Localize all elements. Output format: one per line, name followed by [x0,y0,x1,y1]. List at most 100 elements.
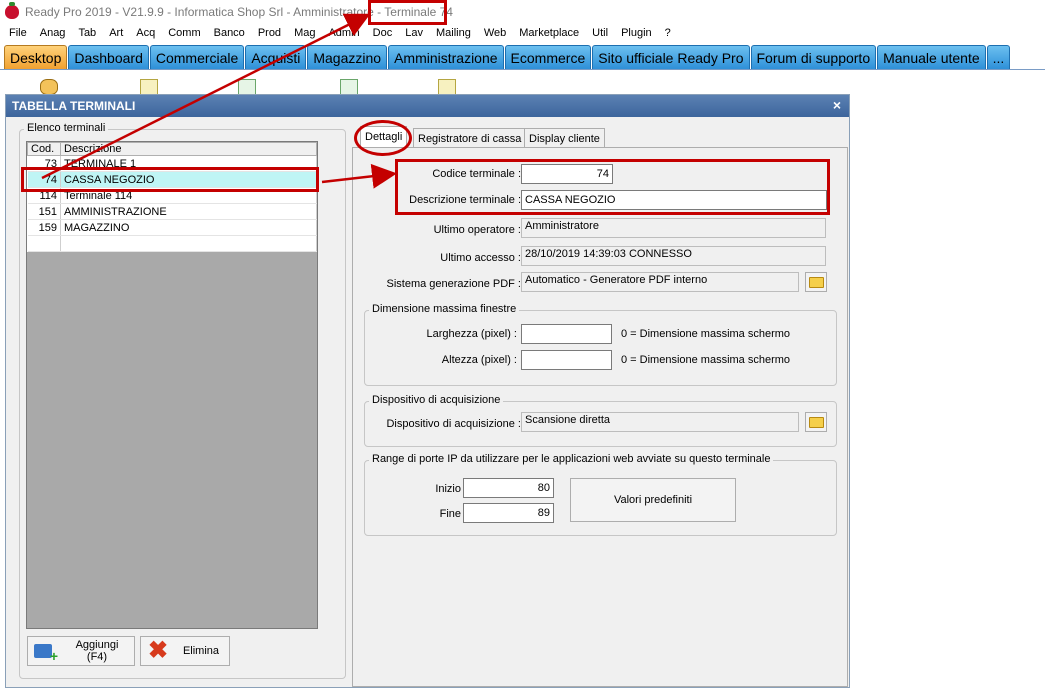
menu-web[interactable]: Web [479,27,511,39]
tab-forum-supporto[interactable]: Forum di supporto [750,45,877,69]
terminal-list[interactable]: Cod. Descrizione 73 TERMINALE 1 74 CASSA… [26,141,318,629]
row-code: 74 [27,171,61,188]
ultimo-operatore-label: Ultimo operatore : [433,224,521,236]
tab-commerciale[interactable]: Commerciale [149,45,245,69]
acquisizione-group-label: Dispositivo di acquisizione [369,394,504,406]
row-code: 73 [27,155,61,172]
tab-acquisti[interactable]: Acquisti [245,45,307,69]
menu-plugin[interactable]: Plugin [616,27,657,39]
column-header-code[interactable]: Cod. [27,142,61,156]
table-row[interactable]: 159 MAGAZZINO [27,219,317,236]
larghezza-field[interactable] [521,324,612,344]
close-icon[interactable]: × [829,97,845,113]
details-page: Codice terminale : 74 Descrizione termin… [352,147,848,687]
menu-mailing[interactable]: Mailing [431,27,476,39]
codice-terminale-label: Codice terminale : [432,168,521,180]
row-description: Terminale 114 [60,187,317,204]
window-title: Ready Pro 2019 - V21.9.9 - Informatica S… [25,5,453,19]
table-row[interactable]: 114 Terminale 114 [27,187,317,204]
strawberry-app-icon [5,2,19,19]
window-title-bar: TABELLA TERMINALI × [6,95,849,117]
menu-prod[interactable]: Prod [253,27,286,39]
tab-dashboard[interactable]: Dashboard [68,45,149,69]
customers-icon[interactable] [40,79,58,95]
subtab-registratore-cassa[interactable]: Registratore di cassa [413,128,527,148]
row-description: TERMINALE 1 [60,155,317,172]
menu-acq[interactable]: Acq [131,27,160,39]
row-description: CASSA NEGOZIO [60,171,317,188]
ultimo-accesso-value: 28/10/2019 14:39:03 CONNESSO [521,246,826,266]
menu-bar: File Anag Tab Art Acq Comm Banco Prod Ma… [0,24,1045,42]
document-icon[interactable] [438,79,456,95]
menu-tab[interactable]: Tab [73,27,101,39]
codice-terminale-field[interactable]: 74 [521,164,613,184]
terminal-list-group-label: Elenco terminali [24,122,109,134]
delete-button-label: Elimina [182,645,220,657]
row-description: MAGAZZINO [60,219,317,236]
larghezza-label: Larghezza (pixel) : [426,328,518,340]
altezza-hint: 0 = Dimensione massima schermo [621,354,791,366]
dispositivo-acquisizione-label: Dispositivo di acquisizione : [386,418,521,430]
add-terminal-button[interactable]: Aggiungi (F4) [27,636,135,666]
row-code: 159 [27,219,61,236]
fine-field[interactable]: 89 [463,503,554,523]
menu-doc[interactable]: Doc [368,27,398,39]
column-header-description[interactable]: Descrizione [60,142,317,156]
menu-art[interactable]: Art [104,27,128,39]
subtab-dettagli[interactable]: Dettagli [360,126,408,148]
menu-mag[interactable]: Mag [289,27,320,39]
sistema-pdf-value: Automatico - Generatore PDF interno [521,272,799,292]
larghezza-hint: 0 = Dimensione massima schermo [621,328,791,340]
tab-manuale-utente[interactable]: Manuale utente [877,45,986,69]
dispositivo-acquisizione-value: Scansione diretta [521,412,799,432]
table-row-selected[interactable]: 74 CASSA NEGOZIO [27,171,317,188]
descrizione-terminale-field[interactable]: CASSA NEGOZIO [521,190,827,210]
tab-desktop[interactable]: Desktop [4,45,68,69]
document-icon[interactable] [140,79,158,95]
menu-anag[interactable]: Anag [35,27,71,39]
dimensione-group-label: Dimensione massima finestre [369,303,520,315]
terminal-table: Cod. Descrizione 73 TERMINALE 1 74 CASSA… [27,142,317,252]
table-row[interactable]: 73 TERMINALE 1 [27,155,317,172]
row-description-empty [60,235,317,252]
table-row[interactable]: 151 AMMINISTRAZIONE [27,203,317,220]
row-code: 114 [27,187,61,204]
delete-x-icon: ✖ [147,637,169,664]
fine-label: Fine [439,508,461,520]
dimensione-group [364,310,837,386]
title-bar: Ready Pro 2019 - V21.9.9 - Informatica S… [0,0,1045,24]
acquisizione-folder-button[interactable] [805,412,827,432]
menu-marketplace[interactable]: Marketplace [514,27,584,39]
menu-help[interactable]: ? [660,27,676,39]
terminals-table-window: TABELLA TERMINALI × Elenco terminali Cod… [5,94,850,688]
pdf-folder-button[interactable] [805,272,827,292]
menu-util[interactable]: Util [587,27,613,39]
folder-icon [809,417,824,428]
spreadsheet-icon[interactable] [238,79,256,95]
delete-terminal-button[interactable]: ✖ Elimina [140,636,230,666]
menu-comm[interactable]: Comm [163,27,205,39]
table-row-empty[interactable] [27,235,317,252]
altezza-label: Altezza (pixel) : [441,354,517,366]
descrizione-terminale-label: Descrizione terminale : [409,194,521,206]
tab-sito-ufficiale[interactable]: Sito ufficiale Ready Pro [592,45,750,69]
tab-ecommerce[interactable]: Ecommerce [504,45,592,69]
main-tab-bar: Desktop Dashboard Commerciale Acquisti M… [0,42,1045,70]
spreadsheet-icon[interactable] [340,79,358,95]
subtab-display-cliente[interactable]: Display cliente [524,128,605,148]
window-title-text: TABELLA TERMINALI [12,99,136,113]
valori-predefiniti-button[interactable]: Valori predefiniti [570,478,736,522]
tab-amministrazione[interactable]: Amministrazione [388,45,504,69]
tab-magazzino[interactable]: Magazzino [307,45,388,69]
menu-file[interactable]: File [4,27,32,39]
menu-banco[interactable]: Banco [209,27,250,39]
menu-admin[interactable]: Admin [323,27,364,39]
inizio-label: Inizio [435,483,461,495]
row-code-empty [27,235,61,252]
tab-more[interactable]: ... [986,45,1011,69]
inizio-field[interactable]: 80 [463,478,554,498]
altezza-field[interactable] [521,350,612,370]
menu-lav[interactable]: Lav [400,27,428,39]
ultimo-accesso-label: Ultimo accesso : [440,252,521,264]
folder-icon [809,277,824,288]
